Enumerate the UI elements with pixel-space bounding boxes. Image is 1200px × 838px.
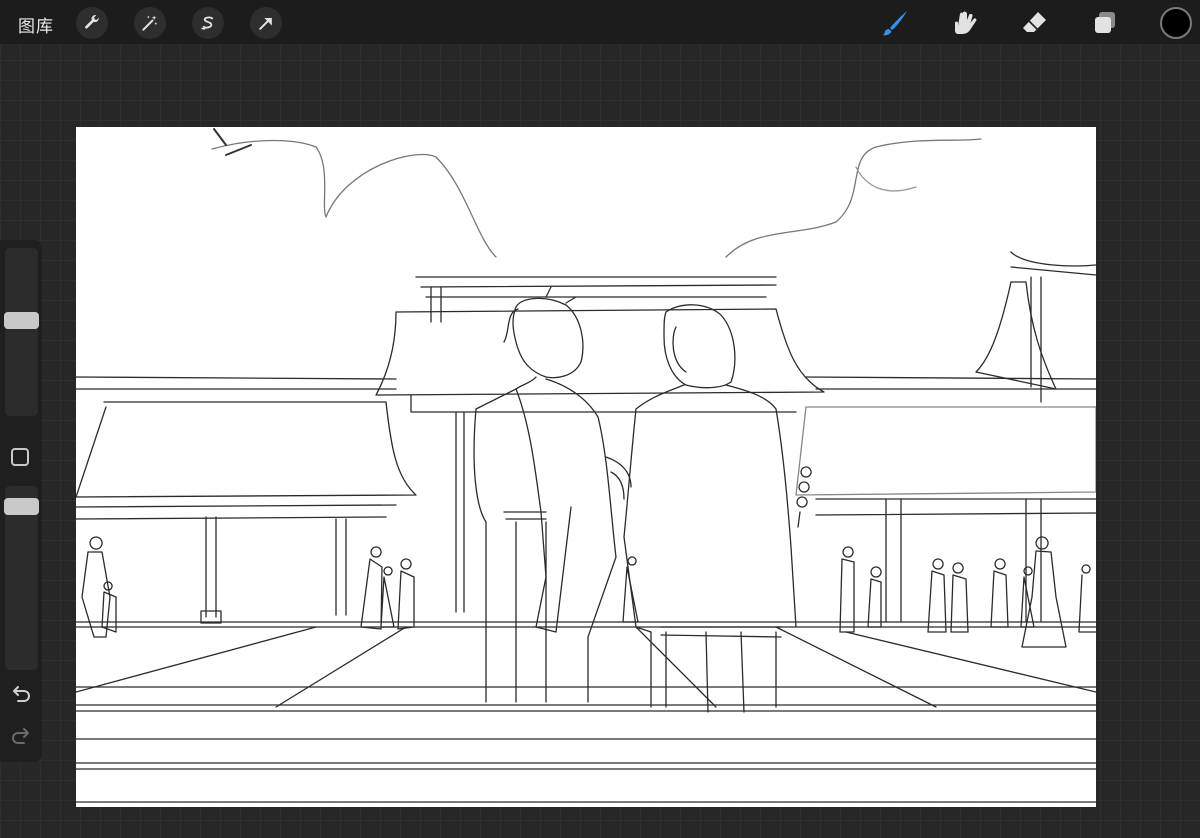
- eraser-icon: [1023, 12, 1046, 32]
- opacity-thumb[interactable]: [4, 498, 39, 515]
- adjustments-button[interactable]: [134, 7, 166, 39]
- smudge-tool[interactable]: [948, 6, 982, 40]
- transform-arrow-icon: [259, 17, 272, 30]
- undo-icon[interactable]: [8, 682, 34, 708]
- layers-icon: [1095, 12, 1115, 33]
- color-picker-button[interactable]: [1160, 7, 1192, 39]
- brush-icon: [882, 11, 907, 36]
- left-sidebar: [0, 240, 42, 762]
- magic-wand-icon: [142, 15, 158, 31]
- drawing-canvas[interactable]: [76, 127, 1096, 807]
- brush-size-slider[interactable]: [4, 248, 39, 416]
- top-toolbar: 图库: [0, 0, 1200, 44]
- sketch-artwork: [76, 128, 1096, 803]
- smudge-icon: [955, 11, 977, 34]
- modify-button[interactable]: [11, 448, 29, 466]
- brush-tool[interactable]: [878, 6, 912, 40]
- actions-button[interactable]: [76, 7, 108, 39]
- gallery-button[interactable]: 图库: [18, 12, 54, 37]
- layers-tool[interactable]: [1088, 6, 1122, 40]
- wrench-icon: [85, 15, 99, 29]
- selection-button[interactable]: [192, 7, 224, 39]
- redo-icon[interactable]: [8, 724, 34, 750]
- eraser-tool[interactable]: [1018, 6, 1052, 40]
- opacity-slider[interactable]: [4, 486, 39, 670]
- transform-button[interactable]: [250, 7, 282, 39]
- brush-size-thumb[interactable]: [4, 312, 39, 329]
- selection-icon: [201, 16, 214, 30]
